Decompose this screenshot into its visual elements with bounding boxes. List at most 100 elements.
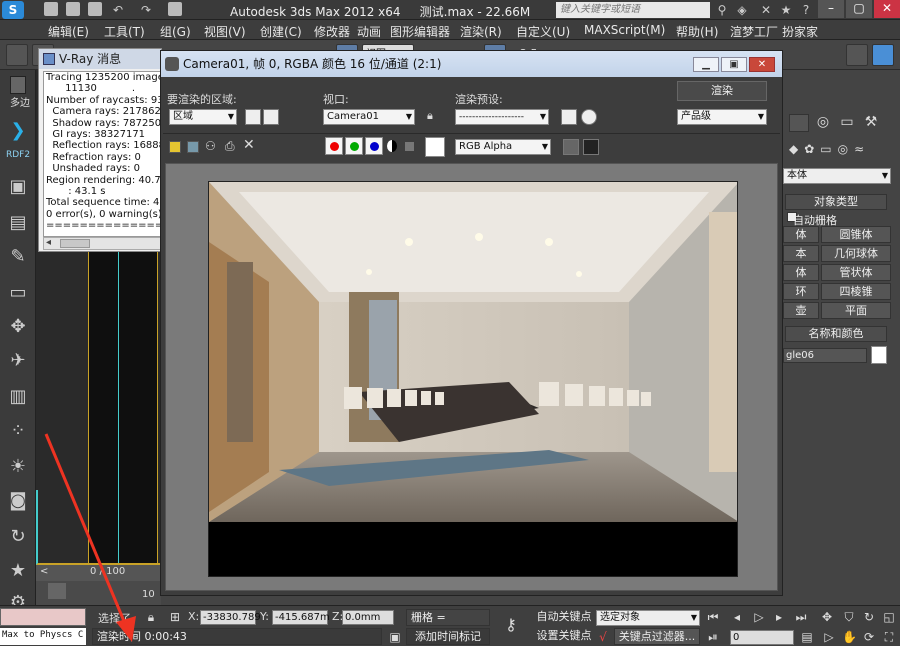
frame-maximize-button[interactable]: ▣	[721, 57, 747, 72]
sun-icon[interactable]: ☀	[7, 456, 29, 478]
menu-tools[interactable]: 工具(T)	[104, 23, 145, 40]
render-quality-select[interactable]: 产品级	[677, 109, 767, 125]
refresh-icon[interactable]: ↻	[7, 526, 29, 548]
close-button[interactable]: ✕	[874, 0, 900, 18]
copy-image-icon[interactable]	[187, 141, 199, 153]
hand-pan-icon[interactable]: ✋	[842, 630, 857, 644]
render-frame-window[interactable]: Camera01, 帧 0, RGBA 颜色 16 位/通道 (2:1) ▁ ▣…	[160, 50, 783, 596]
key-mode-toggle-icon[interactable]: ⏯	[706, 630, 720, 644]
auto-region-icon[interactable]	[263, 109, 279, 125]
primitive-box-button[interactable]: 体	[783, 226, 819, 243]
go-to-end-icon[interactable]: ⏭	[794, 610, 808, 624]
layers-icon[interactable]: ▤	[7, 212, 29, 234]
help-icon[interactable]: ?	[798, 2, 814, 18]
hierarchy-tab-icon[interactable]: ▭	[837, 114, 857, 132]
object-name-input[interactable]: gle06	[783, 348, 867, 363]
panel-toggle[interactable]	[10, 76, 26, 94]
clone-frame-icon[interactable]: ⚇	[205, 139, 216, 153]
category-icons[interactable]: ◆✿▭◎≈	[789, 142, 897, 160]
previous-frame-icon[interactable]: ◂	[730, 610, 744, 624]
project-folder-icon[interactable]	[168, 2, 182, 16]
primitive-cylinder-button[interactable]: 体	[783, 264, 819, 281]
subscription-icon[interactable]: ◈	[734, 2, 750, 18]
primitive-cone-button[interactable]: 圆锥体	[821, 226, 891, 243]
airplane-icon[interactable]: ✈	[7, 350, 29, 372]
search-icon[interactable]: ⚲	[714, 2, 730, 18]
orbit-icon[interactable]: ↻	[862, 610, 876, 624]
communication-icon[interactable]: ✕	[758, 2, 774, 18]
toggle-ui-icon[interactable]	[583, 139, 599, 155]
selection-lock-icon[interactable]: 🔒︎	[144, 610, 158, 624]
menu-graph-editors[interactable]: 图形编辑器	[390, 23, 450, 40]
new-file-icon[interactable]	[44, 2, 58, 16]
frame-close-button[interactable]: ✕	[749, 57, 775, 72]
modify-tab-icon[interactable]: ◎	[813, 114, 833, 132]
clear-icon[interactable]: ✕	[243, 137, 255, 153]
key-filters-icon[interactable]: √	[596, 630, 610, 644]
frame-minimize-button[interactable]: ▁	[693, 57, 719, 72]
edit-region-icon[interactable]	[245, 109, 261, 125]
next-frame-icon[interactable]: ▸	[772, 610, 786, 624]
print-icon[interactable]: ⎙	[225, 139, 235, 154]
primitive-plane-button[interactable]: 平面	[821, 302, 891, 319]
menu-edit[interactable]: 编辑(E)	[48, 23, 89, 40]
auto-key-button[interactable]: 自动关键点	[536, 609, 592, 626]
minimize-button[interactable]: –	[818, 0, 844, 18]
vray-window-titlebar[interactable]: V-Ray 消息	[39, 49, 161, 69]
primitive-teapot-button[interactable]: 壶	[783, 302, 819, 319]
open-file-icon[interactable]	[66, 2, 80, 16]
save-image-icon[interactable]	[169, 141, 181, 153]
time-config-icon[interactable]: ▤	[800, 630, 814, 644]
vray-log[interactable]: Tracing 1235200 image sa 11130 . Number …	[43, 71, 161, 237]
image-icon[interactable]: ▣	[7, 176, 29, 198]
menu-maxscript[interactable]: MAXScript(M)	[584, 23, 665, 37]
monitor-icon[interactable]: ▭	[7, 282, 29, 304]
object-category-select[interactable]: 本体	[783, 168, 891, 184]
app-logo-icon[interactable]: S	[2, 1, 24, 19]
menu-views[interactable]: 视图(V)	[204, 23, 246, 40]
render-frame-titlebar[interactable]: Camera01, 帧 0, RGBA 颜色 16 位/通道 (2:1) ▁ ▣…	[161, 51, 782, 77]
render-preset-select[interactable]: --------------------	[455, 109, 549, 125]
redo-icon[interactable]: ↷	[138, 2, 154, 18]
primitive-geosphere-button[interactable]: 几何球体	[821, 245, 891, 262]
absolute-mode-icon[interactable]: ⊞	[168, 610, 182, 624]
primitive-tube-button[interactable]: 管状体	[821, 264, 891, 281]
camera-icon[interactable]: ◙	[7, 490, 29, 512]
render-setup-icon[interactable]	[846, 44, 868, 66]
object-type-header[interactable]: 对象类型	[785, 194, 887, 210]
menu-render-factory[interactable]: 渲梦工厂	[730, 23, 778, 40]
orbit-subobject-icon[interactable]: ⟳	[862, 630, 876, 644]
add-time-tag-button[interactable]: 添加时间标记	[406, 628, 490, 645]
primitive-torus-button[interactable]: 环	[783, 283, 819, 300]
z-coordinate-field[interactable]: 0.0mm	[342, 610, 394, 625]
walk-through-icon[interactable]: ▷	[822, 630, 836, 644]
edit-icon[interactable]: ✎	[7, 246, 29, 268]
render-canvas[interactable]	[165, 163, 778, 591]
render-area-select[interactable]: 区域	[169, 109, 237, 125]
scroll-left-icon[interactable]: ◂	[46, 237, 51, 248]
field-of-view-icon[interactable]: ◱	[882, 610, 896, 624]
menu-rendering[interactable]: 渲染(R)	[460, 23, 502, 40]
inbox-icon[interactable]: ▥	[7, 386, 29, 408]
toggle-ui-overlay-icon[interactable]	[563, 139, 579, 155]
play-icon[interactable]: ▷	[752, 610, 766, 624]
render-setup-icon[interactable]	[561, 109, 577, 125]
name-color-header[interactable]: 名称和颜色	[785, 326, 887, 342]
display-channel-select[interactable]: RGB Alpha	[455, 139, 551, 155]
star-icon[interactable]: ★	[7, 560, 29, 582]
maximize-button[interactable]: ▢	[846, 0, 872, 18]
go-to-start-icon[interactable]: ⏮	[706, 610, 720, 624]
red-channel-toggle[interactable]	[325, 137, 343, 155]
utilities-tab-icon[interactable]: ⚒	[861, 114, 881, 132]
pan-icon[interactable]: ✥	[820, 610, 834, 624]
menu-create[interactable]: 创建(C)	[260, 23, 302, 40]
primitive-sphere-button[interactable]: 本	[783, 245, 819, 262]
lock-icon[interactable]: 🔒︎	[427, 109, 441, 125]
menu-banjiajia[interactable]: 扮家家	[782, 23, 818, 40]
menu-animation[interactable]: 动画	[357, 23, 381, 40]
render-button[interactable]: 渲染	[677, 81, 767, 101]
undo-icon[interactable]: ↶	[110, 2, 126, 18]
link-icon[interactable]	[6, 44, 28, 66]
set-key-button[interactable]: 设置关键点	[536, 628, 592, 645]
maximize-viewport-icon[interactable]: ⛶	[882, 630, 896, 644]
